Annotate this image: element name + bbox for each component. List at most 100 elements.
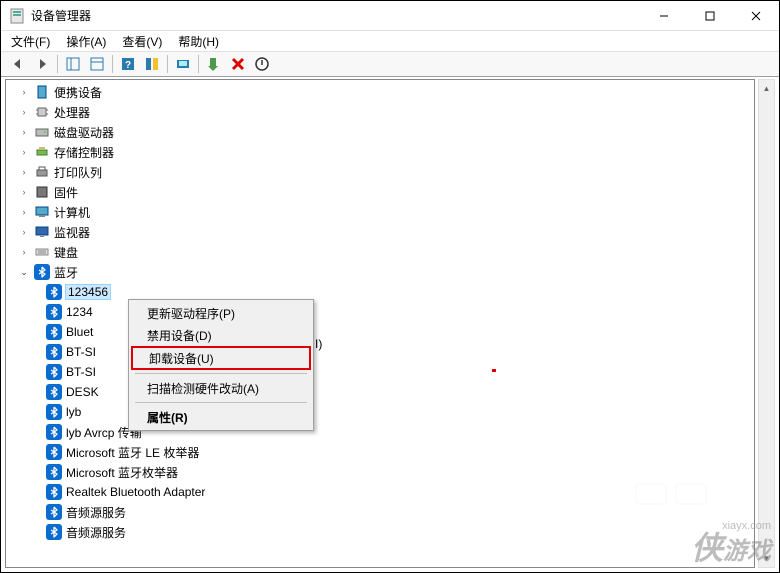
- window-title: 设备管理器: [31, 7, 91, 24]
- window-controls: [641, 1, 779, 31]
- tree-category[interactable]: › 计算机: [6, 202, 754, 222]
- menu-action[interactable]: 操作(A): [66, 33, 106, 50]
- show-hide-tree-button[interactable]: [62, 53, 84, 75]
- portable-icon: [34, 84, 50, 100]
- collapse-arrow-icon[interactable]: ⌄: [18, 266, 30, 278]
- tree-device[interactable]: 1234: [6, 302, 754, 322]
- context-menu: 更新驱动程序(P)禁用设备(D)卸载设备(U) 扫描检测硬件改动(A) 属性(R): [128, 299, 314, 431]
- tree-label: 计算机: [54, 204, 90, 221]
- minimize-button[interactable]: [641, 1, 687, 31]
- scroll-up-icon[interactable]: ▲: [759, 80, 774, 97]
- tree-device[interactable]: lyb: [6, 402, 754, 422]
- tree-label: Microsoft 蓝牙 LE 枚举器: [66, 444, 199, 461]
- tree-label: 便携设备: [54, 84, 102, 101]
- context-menu-item[interactable]: 卸载设备(U): [131, 346, 311, 370]
- tree-device[interactable]: BT-SI: [6, 362, 754, 382]
- help-button[interactable]: ?: [117, 53, 139, 75]
- tree-label: 键盘: [54, 244, 78, 261]
- computer-icon: [34, 204, 50, 220]
- context-menu-item[interactable]: 属性(R): [131, 406, 311, 428]
- expand-arrow-icon[interactable]: ›: [18, 186, 30, 198]
- truncated-label-suffix: I): [315, 337, 322, 351]
- tree-category[interactable]: › 磁盘驱动器: [6, 122, 754, 142]
- tree-category[interactable]: › 便携设备: [6, 82, 754, 102]
- tree-label: lyb: [66, 405, 81, 419]
- tree-device[interactable]: 音频源服务: [6, 522, 754, 542]
- watermark-main: 侠: [691, 530, 723, 566]
- expand-arrow-icon[interactable]: ›: [18, 246, 30, 258]
- tree-label: 音频源服务: [66, 504, 126, 521]
- watermark-sub: 游戏: [723, 538, 771, 565]
- bluetooth-icon: [46, 504, 62, 520]
- context-menu-item[interactable]: 扫描检测硬件改动(A): [131, 377, 311, 399]
- bluetooth-icon: [46, 364, 62, 380]
- properties-button[interactable]: [86, 53, 108, 75]
- maximize-button[interactable]: [687, 1, 733, 31]
- expand-arrow-icon[interactable]: ›: [18, 146, 30, 158]
- back-button[interactable]: [7, 53, 29, 75]
- tree-device[interactable]: lyb Avrcp 传输: [6, 422, 754, 442]
- expand-arrow-icon[interactable]: ›: [18, 126, 30, 138]
- app-icon: [9, 8, 25, 24]
- close-button[interactable]: [733, 1, 779, 31]
- expand-arrow-icon[interactable]: ›: [18, 86, 30, 98]
- tree-category[interactable]: › 键盘: [6, 242, 754, 262]
- bluetooth-icon: [34, 264, 50, 280]
- tree-category[interactable]: ›固件: [6, 182, 754, 202]
- update-driver-button[interactable]: [203, 53, 225, 75]
- bluetooth-icon: [46, 524, 62, 540]
- monitor-icon: [34, 224, 50, 240]
- tree-device[interactable]: 123456: [6, 282, 754, 302]
- tree-category[interactable]: ›存储控制器: [6, 142, 754, 162]
- disk-icon: [34, 124, 50, 140]
- titlebar: 设备管理器: [1, 1, 779, 31]
- bluetooth-icon: [46, 464, 62, 480]
- action-panel-button[interactable]: [141, 53, 163, 75]
- bluetooth-icon: [46, 404, 62, 420]
- tree-device[interactable]: Bluet: [6, 322, 754, 342]
- tree-category[interactable]: ⌄蓝牙: [6, 262, 754, 282]
- tree-label: Realtek Bluetooth Adapter: [66, 485, 205, 499]
- disable-button[interactable]: [251, 53, 273, 75]
- context-menu-separator: [135, 373, 307, 374]
- tree-label: Bluet: [66, 325, 93, 339]
- expand-arrow-icon[interactable]: ›: [18, 206, 30, 218]
- firmware-icon: [34, 184, 50, 200]
- bluetooth-icon: [46, 344, 62, 360]
- tree-category[interactable]: › 处理器: [6, 102, 754, 122]
- menu-file[interactable]: 文件(F): [11, 33, 50, 50]
- keyboard-icon: [34, 244, 50, 260]
- tree-label: 磁盘驱动器: [54, 124, 114, 141]
- tree-label: DESK: [66, 385, 99, 399]
- toolbar: ?: [1, 51, 779, 77]
- context-menu-separator: [135, 402, 307, 403]
- expand-arrow-icon[interactable]: ›: [18, 226, 30, 238]
- context-menu-item[interactable]: 更新驱动程序(P): [131, 302, 311, 324]
- cpu-icon: [34, 104, 50, 120]
- scrollbar[interactable]: ▲ ▼: [758, 79, 775, 568]
- bluetooth-icon: [46, 324, 62, 340]
- scan-hardware-button[interactable]: [172, 53, 194, 75]
- uninstall-button[interactable]: [227, 53, 249, 75]
- forward-button[interactable]: [31, 53, 53, 75]
- tree-device[interactable]: DESK: [6, 382, 754, 402]
- tree-device[interactable]: BT-SI: [6, 342, 754, 362]
- menu-help[interactable]: 帮助(H): [178, 33, 219, 50]
- expand-arrow-icon[interactable]: ›: [18, 106, 30, 118]
- expand-arrow-icon[interactable]: ›: [18, 166, 30, 178]
- tree-label: 处理器: [54, 104, 90, 121]
- bluetooth-icon: [46, 444, 62, 460]
- red-marker: [492, 369, 496, 372]
- context-menu-item[interactable]: 禁用设备(D): [131, 324, 311, 346]
- tree-label: 123456: [66, 285, 110, 299]
- menubar: 文件(F) 操作(A) 查看(V) 帮助(H): [1, 31, 779, 51]
- tree-label: 打印队列: [54, 164, 102, 181]
- tree-category[interactable]: › 打印队列: [6, 162, 754, 182]
- bluetooth-icon: [46, 484, 62, 500]
- watermark: xiayx.com 侠游戏: [691, 520, 771, 564]
- menu-view[interactable]: 查看(V): [122, 33, 162, 50]
- tree-device[interactable]: Microsoft 蓝牙 LE 枚举器: [6, 442, 754, 462]
- tree-category[interactable]: ›监视器: [6, 222, 754, 242]
- tree-label: Microsoft 蓝牙枚举器: [66, 464, 178, 481]
- tree-label: 1234: [66, 305, 93, 319]
